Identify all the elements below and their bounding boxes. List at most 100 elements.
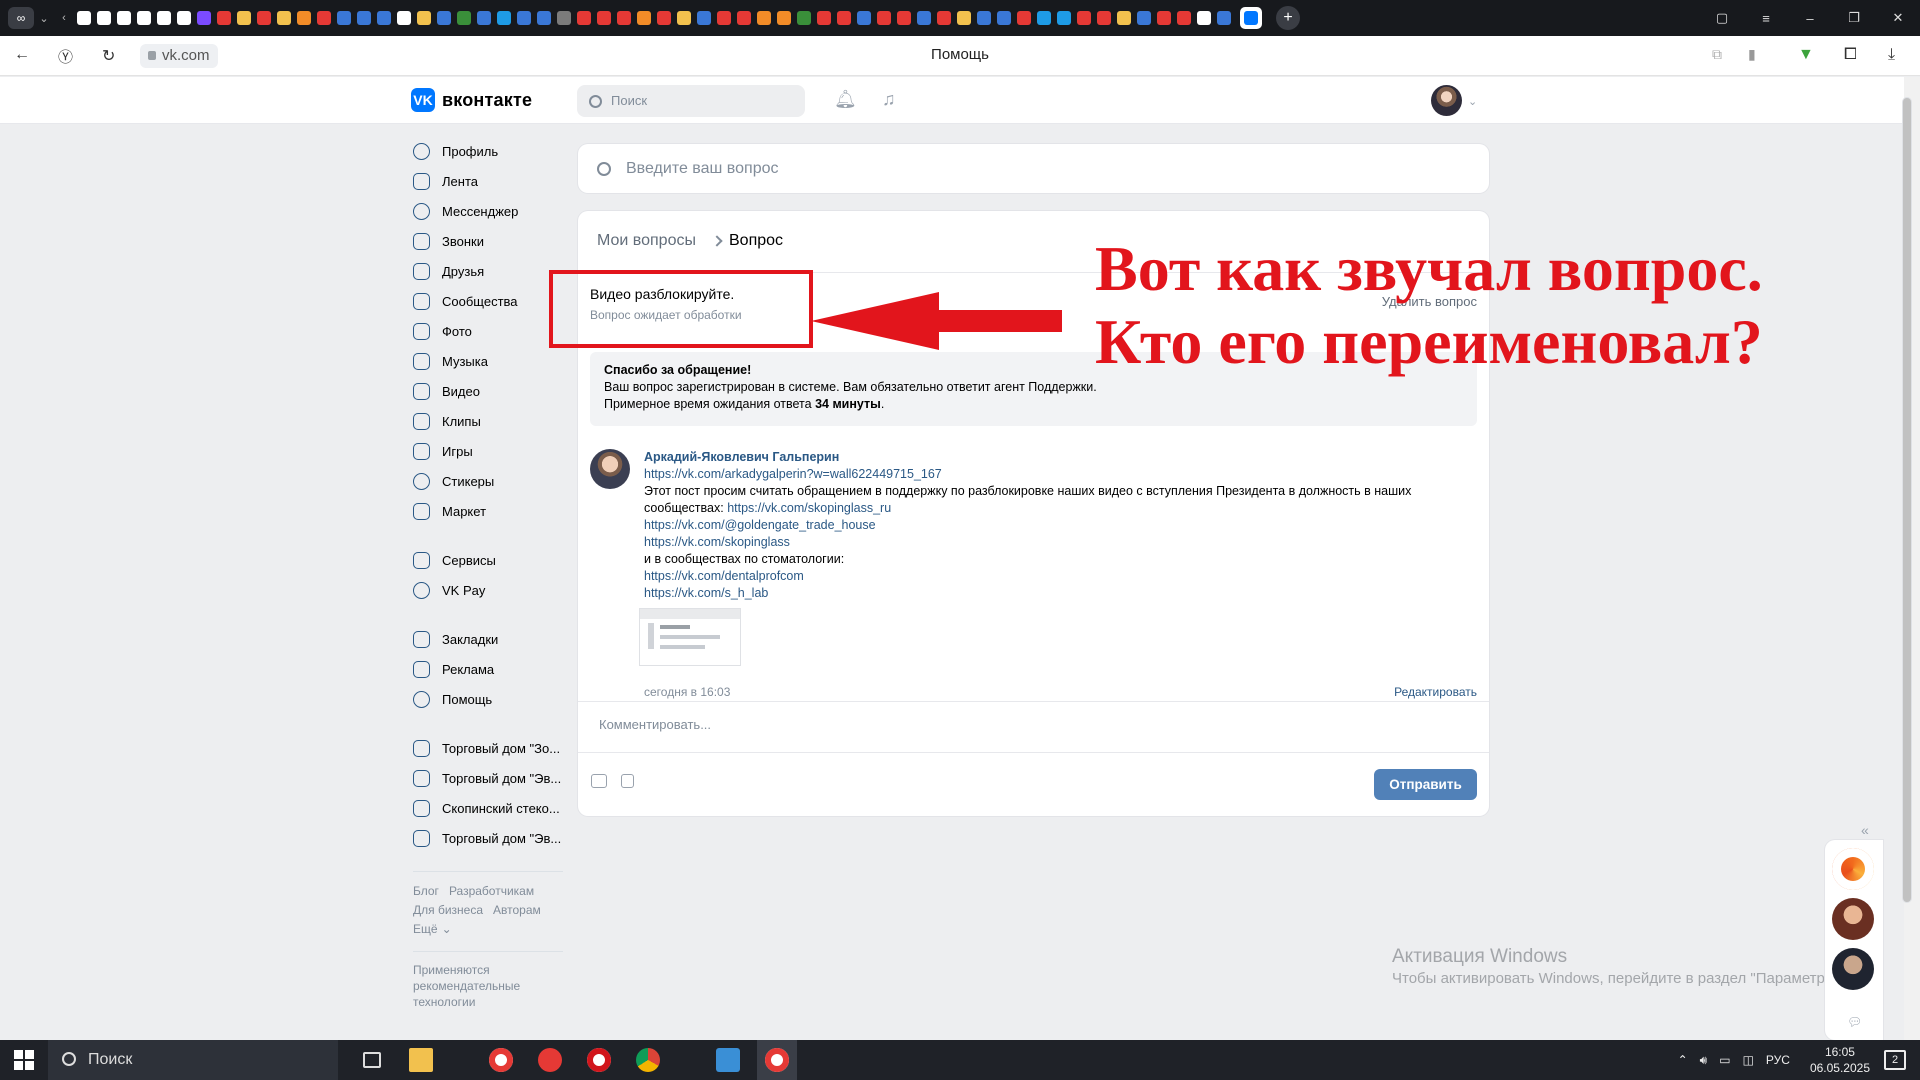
- sidebar-item[interactable]: Торговый дом "Зо...: [413, 733, 563, 763]
- vk-search-input[interactable]: Поиск: [577, 85, 805, 117]
- sidebar-item[interactable]: VK Pay: [413, 575, 563, 605]
- send-button[interactable]: Отправить: [1374, 769, 1477, 800]
- tab-favicon[interactable]: [1077, 11, 1091, 25]
- tab-favicon[interactable]: [977, 11, 991, 25]
- taskbar-search[interactable]: Поиск: [48, 1040, 338, 1080]
- post-author-link[interactable]: Аркадий-Яковлевич Гальперин: [644, 449, 1464, 466]
- edit-post-link[interactable]: Редактировать: [1394, 685, 1477, 699]
- close-window-button[interactable]: ✕: [1876, 10, 1920, 26]
- breadcrumb-parent[interactable]: Мои вопросы: [597, 232, 696, 250]
- tab-favicon[interactable]: [777, 11, 791, 25]
- tab-favicon[interactable]: [797, 11, 811, 25]
- active-tab-vk[interactable]: [1240, 7, 1262, 29]
- tab-favicon[interactable]: [1157, 11, 1171, 25]
- vk-logo[interactable]: VK вконтакте: [411, 88, 532, 112]
- tab-favicon[interactable]: [1177, 11, 1191, 25]
- clock[interactable]: 16:05 06.05.2025: [1810, 1044, 1870, 1076]
- tab-favicon[interactable]: [337, 11, 351, 25]
- collections-icon[interactable]: ⧠: [1844, 46, 1857, 64]
- opera-icon[interactable]: [579, 1040, 619, 1080]
- chat-avatar-1[interactable]: [1832, 848, 1874, 890]
- page-scrollbar[interactable]: [1902, 77, 1920, 1040]
- tab-favicon[interactable]: [297, 11, 311, 25]
- task-view-icon[interactable]: [352, 1040, 392, 1080]
- minimize-button[interactable]: –: [1788, 11, 1832, 26]
- tab-favicon[interactable]: [817, 11, 831, 25]
- sidebar-item[interactable]: Торговый дом "Эв...: [413, 823, 563, 853]
- tab-favicon[interactable]: [377, 11, 391, 25]
- tab-favicon[interactable]: [437, 11, 451, 25]
- sidebar-item[interactable]: Реклама: [413, 654, 563, 684]
- footer-more-link[interactable]: Ещё: [413, 922, 438, 936]
- tab-favicon[interactable]: [857, 11, 871, 25]
- tab-favicon[interactable]: [257, 11, 271, 25]
- sidebar-item[interactable]: Клипы: [413, 406, 563, 436]
- reload-icon[interactable]: ↻: [102, 46, 115, 66]
- tab-favicon[interactable]: [457, 11, 471, 25]
- recommend-tech-note[interactable]: Применяются рекомендательные технологии: [413, 962, 531, 1010]
- language-indicator[interactable]: РУС: [1766, 1053, 1790, 1067]
- tab-favicon[interactable]: [517, 11, 531, 25]
- tab-list-chevron-icon[interactable]: ⌄: [34, 12, 54, 25]
- tabs-panel-icon[interactable]: ▢: [1700, 10, 1744, 26]
- tab-favicon[interactable]: [657, 11, 671, 25]
- help-search-input[interactable]: Введите ваш вопрос: [578, 144, 1489, 193]
- sidebar-item[interactable]: Игры: [413, 436, 563, 466]
- hamburger-menu-icon[interactable]: ≡: [1744, 11, 1788, 26]
- post-link-dentalprofcom[interactable]: https://vk.com/dentalprofcom: [644, 569, 804, 583]
- tab-favicon[interactable]: [537, 11, 551, 25]
- bell-icon[interactable]: 🔔︎: [834, 89, 857, 110]
- tab-favicon[interactable]: [737, 11, 751, 25]
- new-tab-button[interactable]: +: [1276, 6, 1300, 30]
- sidebar-item[interactable]: Сообщества: [413, 286, 563, 316]
- tab-favicon[interactable]: [1037, 11, 1051, 25]
- tray-chevron-icon[interactable]: ⌃: [1678, 1053, 1688, 1067]
- tab-favicon[interactable]: [597, 11, 611, 25]
- sidebar-item[interactable]: Стикеры: [413, 466, 563, 496]
- sidebar-item[interactable]: Маркет: [413, 496, 563, 526]
- restore-button[interactable]: ❐: [1832, 10, 1876, 26]
- tab-favicon[interactable]: [957, 11, 971, 25]
- tab-favicon[interactable]: [197, 11, 211, 25]
- sidebar-item[interactable]: Помощь: [413, 684, 563, 714]
- tab-favicon[interactable]: [837, 11, 851, 25]
- control-panel-icon[interactable]: [708, 1040, 748, 1080]
- tab-favicon[interactable]: [97, 11, 111, 25]
- post-link-wall[interactable]: https://vk.com/arkadygalperin?w=wall6224…: [644, 467, 942, 481]
- tab-favicon[interactable]: [1217, 11, 1231, 25]
- tab-favicon[interactable]: [557, 11, 571, 25]
- footer-blog-link[interactable]: Блог: [413, 884, 439, 898]
- tab-favicon[interactable]: [117, 11, 131, 25]
- yandex-home-icon[interactable]: Ⓨ: [58, 46, 73, 67]
- sidebar-item[interactable]: Друзья: [413, 256, 563, 286]
- tab-favicon[interactable]: [897, 11, 911, 25]
- comment-input[interactable]: Комментировать...: [599, 717, 711, 732]
- tab-favicon[interactable]: [677, 11, 691, 25]
- chrome-icon[interactable]: [628, 1040, 668, 1080]
- tab-favicon[interactable]: [1117, 11, 1131, 25]
- tab-favicon[interactable]: [877, 11, 891, 25]
- chat-bubble-icon[interactable]: 💬︎: [1847, 1015, 1862, 1029]
- tab-favicon[interactable]: [1197, 11, 1211, 25]
- yandex-browser-active-icon[interactable]: [757, 1040, 797, 1080]
- tab-favicon[interactable]: [1057, 11, 1071, 25]
- url-field[interactable]: vk.com: [140, 44, 218, 68]
- tab-favicon[interactable]: [697, 11, 711, 25]
- file-explorer-icon[interactable]: [401, 1040, 441, 1080]
- bookmark-icon[interactable]: ▮: [1748, 46, 1756, 63]
- tab-favicon[interactable]: [637, 11, 651, 25]
- sidebar-item[interactable]: Видео: [413, 376, 563, 406]
- network-icon[interactable]: ◫: [1743, 1053, 1754, 1067]
- translate-icon[interactable]: ⧉: [1712, 46, 1722, 63]
- tab-favicon[interactable]: [617, 11, 631, 25]
- post-attachment-thumbnail[interactable]: [639, 608, 741, 666]
- tab-favicon[interactable]: [1097, 11, 1111, 25]
- post-link-skopinglass[interactable]: https://vk.com/skopinglass: [644, 535, 790, 549]
- download-icon[interactable]: ⤓: [1888, 46, 1895, 64]
- volume-icon[interactable]: 🔊︎: [1700, 1053, 1708, 1068]
- tab-favicon[interactable]: [137, 11, 151, 25]
- tabs-scroll-left-icon[interactable]: ‹: [54, 12, 74, 24]
- document-attach-icon[interactable]: [621, 774, 634, 788]
- chat-avatar-3[interactable]: [1832, 948, 1874, 990]
- tab-favicon[interactable]: [477, 11, 491, 25]
